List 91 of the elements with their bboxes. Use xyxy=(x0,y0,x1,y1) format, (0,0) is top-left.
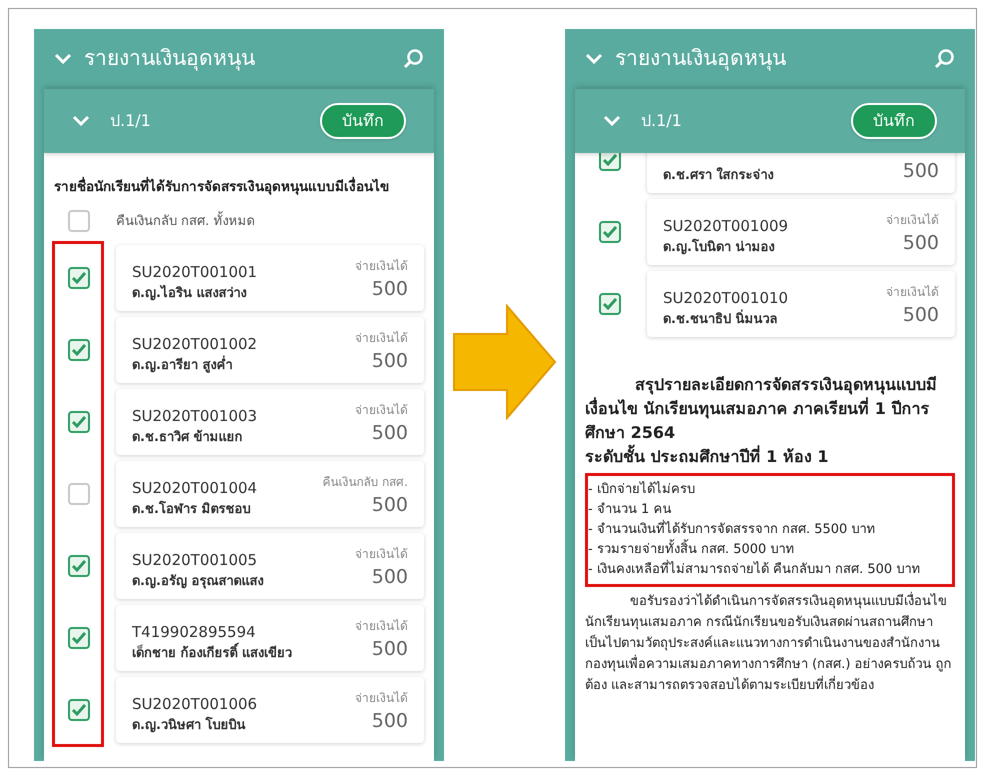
student-card[interactable]: SU2020T001004 ด.ช.โอฬาร มิตรชอบ คืนเงินกลับ กสศ. 500 xyxy=(116,461,424,528)
class-label: ป.1/1 xyxy=(641,110,683,132)
student-card[interactable]: SU2020T001002 ด.ญ.อารียา สูงค่ำ จ่ายเงินได้ 500 xyxy=(116,317,424,384)
checkbox[interactable] xyxy=(68,339,90,362)
save-button[interactable]: บันทึก xyxy=(851,103,937,139)
amount: 500 xyxy=(902,302,939,328)
student-id: SU2020T001005 xyxy=(132,550,258,572)
amount: 500 xyxy=(372,348,408,374)
amount: 500 xyxy=(372,420,408,446)
student-name: ด.ช.ชนาธิป นิ่มนวล xyxy=(663,310,778,328)
student-card[interactable]: ด.ช.ศรา ใสกระจ่าง 500 xyxy=(647,153,955,193)
checkbox[interactable] xyxy=(68,699,90,722)
payment-status: จ่ายเงินได้ xyxy=(355,546,408,563)
student-id: SU2020T001001 xyxy=(132,262,258,284)
summary-item: - รวมรายจ่ายทั้งสิ้น กสศ. 5000 บาท xyxy=(588,540,952,560)
check-icon xyxy=(71,271,87,286)
student-name: เด็กชาย ก้องเกียรติ์ แสงเขียว xyxy=(132,644,292,664)
summary-item: - เงินคงเหลือที่ไม่สามารถจ่ายได้ คืนกลับมา กสศ. 500 บาท xyxy=(588,560,952,580)
student-card[interactable]: SU2020T001005 ด.ญ.อรัญ อรุณสาดแสง จ่ายเงินได้ 500 xyxy=(116,533,424,600)
payment-status: จ่ายเงินได้ xyxy=(886,284,939,300)
payment-status: จ่ายเงินได้ xyxy=(886,212,939,228)
student-id: SU2020T001002 xyxy=(132,334,258,356)
payment-status: จ่ายเงินได้ xyxy=(355,258,408,275)
student-id: SU2020T001009 xyxy=(663,216,788,237)
checkbox[interactable] xyxy=(68,555,90,578)
check-icon xyxy=(71,631,87,646)
chevron-down-icon[interactable] xyxy=(54,53,72,65)
screen-title: รายงานเงินอุดหนุน xyxy=(615,45,787,73)
check-icon xyxy=(71,343,87,358)
amount: 500 xyxy=(372,276,408,302)
payment-status: คืนเงินกลับ กสศ. xyxy=(322,474,408,491)
checkbox[interactable] xyxy=(599,153,621,171)
student-card[interactable]: SU2020T001003 ด.ช.ธาวิศ ข้ามแยก จ่ายเงินได้ 500 xyxy=(116,389,424,456)
payment-status: จ่ายเงินได้ xyxy=(355,330,408,347)
student-id: SU2020T001004 xyxy=(132,478,258,500)
check-icon xyxy=(71,559,87,574)
checkbox[interactable] xyxy=(599,293,621,315)
payment-status: จ่ายเงินได้ xyxy=(355,618,408,635)
summary-title: สรุปรายละเอียดการจัดสรรเงินอุดหนุนแบบมีเงื่อนไข นักเรียนทุนเสมอภาค ภาคเรียนที่ 1 ปีการศึกษา 2564 xyxy=(585,374,938,444)
save-button[interactable]: บันทึก xyxy=(320,103,406,139)
student-card[interactable]: SU2020T001001 ด.ญ.ไอริน แสงสว่าง จ่ายเงินได้ 500 xyxy=(116,245,424,312)
student-id: SU2020T001010 xyxy=(663,288,788,309)
check-icon xyxy=(71,415,87,430)
amount: 500 xyxy=(902,230,939,256)
summary-level: ระดับชั้น ประถมศึกษาปีที่ 1 ห้อง 1 xyxy=(585,445,955,469)
check-icon xyxy=(602,153,618,167)
student-id: SU2020T001006 xyxy=(132,694,258,716)
student-id: SU2020T001003 xyxy=(132,406,258,428)
student-name: ด.ช.ศรา ใสกระจ่าง xyxy=(663,166,774,184)
student-name: ด.ญ.อรัญ อรุณสาดแสง xyxy=(132,572,264,591)
summary-item: - จำนวน 1 คน xyxy=(588,501,672,519)
checkbox[interactable] xyxy=(68,627,90,650)
search-icon[interactable] xyxy=(933,48,955,70)
amount: 500 xyxy=(372,492,408,518)
check-icon xyxy=(602,297,618,311)
amount: 500 xyxy=(372,708,408,734)
certification-text: ขอรับรองว่าได้ดำเนินการจัดสรรเงินอุดหนุนแบบมีเงื่อนไข นักเรียนทุนเสมอภาค กรณีนักเรียนขอรับเงินสดผ่านสถานศึกษา เป็นไปตามวัตถุประสงค์และแนวทางการดำเนินงานของสำนักงานกองทุนเพื่อความเสมอภาคทางการศึกษา (กสศ.) อย่างครบถ้วน ถูกต้อง และสามารถตรวจสอบได้ตามระเบียบที่เกี่ยวข้อง xyxy=(585,591,955,696)
checkbox[interactable] xyxy=(599,221,621,243)
student-name: ด.ช.ธาวิศ ข้ามแยก xyxy=(132,428,244,447)
right-arrow-icon xyxy=(452,304,557,420)
check-icon xyxy=(602,225,618,239)
payment-status: จ่ายเงินได้ xyxy=(355,402,408,419)
checkbox[interactable] xyxy=(68,210,90,232)
student-name: ด.ญ.ไอริน แสงสว่าง xyxy=(132,284,248,303)
screen-title: รายงานเงินอุดหนุน xyxy=(84,45,256,73)
amount: 500 xyxy=(902,158,939,184)
list-title: รายชื่อนักเรียนที่ได้รับการจัดสรรเงินอุดหนุนแบบมีเงื่อนไข xyxy=(54,177,424,198)
summary-item: - เบิกจ่ายได้ไม่ครบ xyxy=(588,480,696,499)
student-name: ด.ญ.โบนิดา น่ามอง xyxy=(663,238,776,256)
student-name: ด.ช.โอฬาร มิตรชอบ xyxy=(132,500,252,519)
summary-item: - จำนวนเงินที่ได้รับการจัดสรรจาก กสศ. 5500 บาท xyxy=(588,520,952,540)
student-name: ด.ญ.อารียา สูงค่ำ xyxy=(132,356,234,375)
student-card[interactable]: T419902895594 เด็กชาย ก้องเกียรติ์ แสงเขียว จ่ายเงินได้ 500 xyxy=(116,605,424,672)
payment-status: จ่ายเงินได้ xyxy=(355,690,408,707)
class-label: ป.1/1 xyxy=(110,110,152,132)
check-icon xyxy=(71,703,87,718)
search-icon[interactable] xyxy=(402,48,424,70)
chevron-down-icon[interactable] xyxy=(72,115,90,127)
chevron-down-icon[interactable] xyxy=(585,53,603,65)
student-name: ด.ญ.วนิษศา โบยบิน xyxy=(132,716,246,735)
student-card[interactable]: SU2020T001010 ด.ช.ชนาธิป นิ่มนวล จ่ายเงินได้ 500 xyxy=(647,271,955,337)
amount: 500 xyxy=(372,564,408,590)
amount: 500 xyxy=(372,636,408,662)
student-card[interactable]: SU2020T001006 ด.ญ.วนิษศา โบยบิน จ่ายเงินได้ 500 xyxy=(116,677,424,744)
checkbox[interactable] xyxy=(68,267,90,290)
checkbox[interactable] xyxy=(68,483,90,506)
checkbox[interactable] xyxy=(68,411,90,434)
student-id: T419902895594 xyxy=(132,622,257,642)
select-all-label: คืนเงินกลับ กสศ. ทั้งหมด xyxy=(116,212,254,231)
chevron-down-icon[interactable] xyxy=(603,115,621,127)
student-card[interactable]: SU2020T001009 ด.ญ.โบนิดา น่ามอง จ่ายเงินได้ 500 xyxy=(647,199,955,265)
